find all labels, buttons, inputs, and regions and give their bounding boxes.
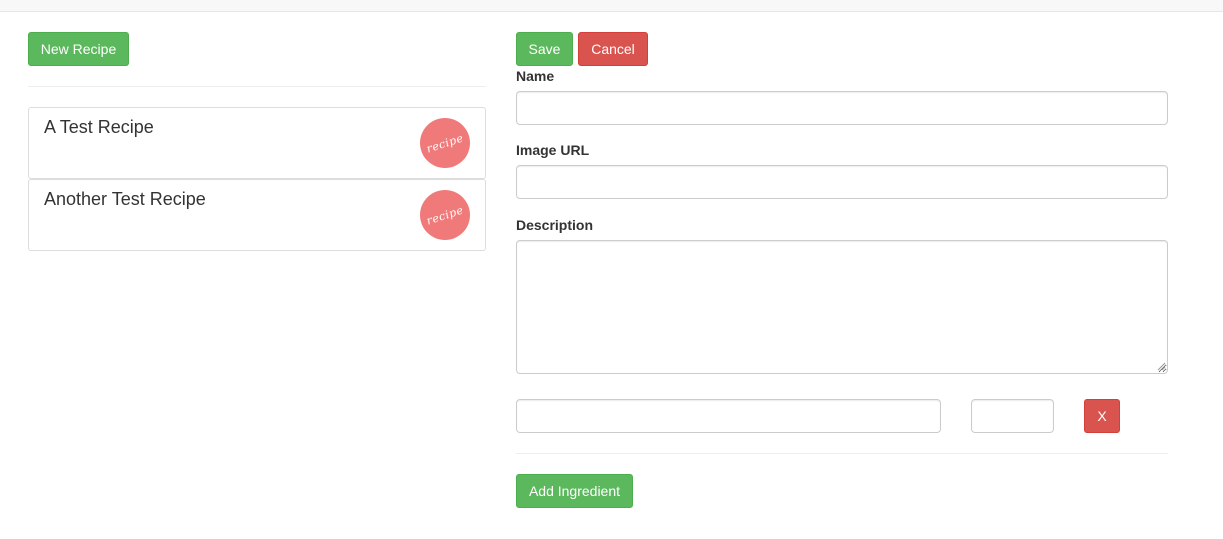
image-url-label: Image URL: [516, 142, 590, 158]
recipe-badge-text: recipe: [424, 202, 466, 228]
ingredient-amount-input[interactable]: [971, 399, 1054, 433]
recipe-list-item[interactable]: Another Test Recipe recipe: [28, 179, 486, 251]
left-divider: [28, 86, 486, 87]
description-textarea[interactable]: [516, 240, 1168, 374]
recipe-badge-text: recipe: [424, 130, 466, 156]
form-divider: [516, 453, 1168, 454]
recipe-name: A Test Recipe: [44, 117, 154, 137]
save-button[interactable]: Save: [516, 32, 573, 66]
recipe-name: Another Test Recipe: [44, 189, 206, 209]
image-url-input[interactable]: [516, 165, 1168, 199]
name-label: Name: [516, 68, 555, 84]
cancel-button[interactable]: Cancel: [578, 32, 648, 66]
recipe-list-item[interactable]: A Test Recipe recipe: [28, 107, 486, 179]
ingredient-name-input[interactable]: [516, 399, 941, 433]
recipe-badge-icon: recipe: [420, 118, 470, 168]
description-label: Description: [516, 217, 594, 233]
remove-ingredient-button[interactable]: X: [1084, 399, 1120, 433]
name-input[interactable]: [516, 91, 1168, 125]
recipe-badge-icon: recipe: [420, 190, 470, 240]
add-ingredient-button[interactable]: Add Ingredient: [516, 474, 633, 508]
top-navbar: [0, 0, 1223, 12]
new-recipe-button[interactable]: New Recipe: [28, 32, 129, 66]
